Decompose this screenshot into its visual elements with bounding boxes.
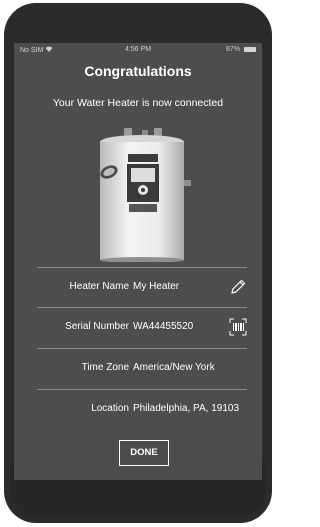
status-bar: No SIM 4:56 PM 87% [14, 43, 262, 57]
done-button[interactable]: DONE [119, 440, 169, 466]
time-zone-label: Time Zone [81, 362, 129, 373]
status-time: 4:56 PM [124, 46, 152, 53]
heater-name-value: My Heater [133, 281, 180, 292]
serial-number-row: Serial Number WA44455520 [37, 308, 247, 346]
location-label: Location [91, 403, 129, 414]
connection-message: Your Water Heater is now connected [52, 97, 224, 109]
serial-number-value: WA44455520 [133, 321, 194, 332]
serial-number-label: Serial Number [65, 321, 129, 332]
page-title: Congratulations [84, 63, 192, 79]
barcode-scan-icon[interactable] [229, 318, 247, 336]
time-zone-row[interactable]: Time Zone America/New York [37, 349, 247, 387]
heater-name-label: Heater Name [69, 281, 129, 292]
location-row[interactable]: Location Philadelphia, PA, 19103 [37, 390, 247, 428]
battery-icon [244, 46, 256, 52]
battery-percent: 87% [226, 46, 241, 53]
heater-name-row[interactable]: Heater Name My Heater [37, 268, 247, 306]
location-value: Philadelphia, PA, 19103 [133, 403, 240, 414]
pencil-icon[interactable] [229, 278, 247, 296]
time-zone-value: America/New York [133, 362, 215, 373]
water-heater-image [82, 128, 202, 263]
app-screen: No SIM 4:56 PM 87% Congratulations Your … [14, 43, 262, 480]
